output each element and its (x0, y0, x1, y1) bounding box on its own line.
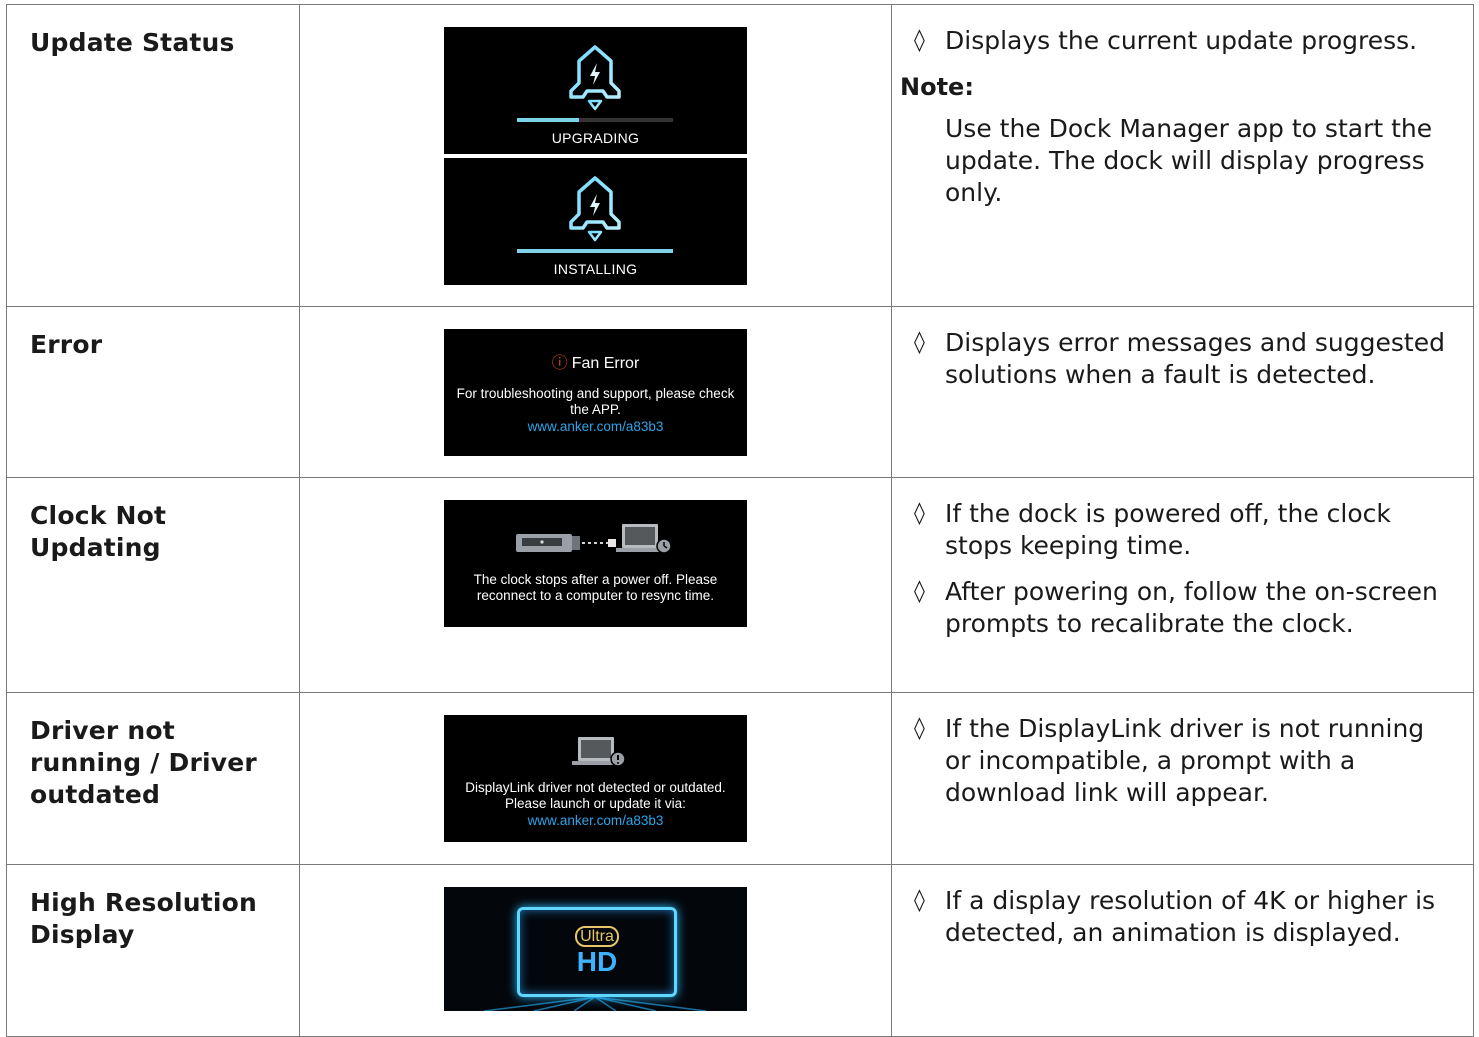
screen-cell: DisplayLink driver not detected or outda… (298, 692, 893, 865)
install-progress-bar (516, 249, 673, 253)
diamond-bullet-icon: ◊ (914, 330, 925, 355)
diamond-bullet-icon: ◊ (914, 28, 925, 53)
rocket-icon (569, 45, 621, 111)
status-table: Update Status UPGRADING INSTALLING ◊ Dis… (6, 4, 1474, 1037)
bullet-item: ◊ After powering on, follow the on-scree… (914, 577, 1438, 638)
diamond-bullet-icon: ◊ (914, 579, 925, 604)
bullet-item: ◊ Displays error messages and suggested … (914, 328, 1445, 389)
hd-badge: HD (576, 946, 618, 977)
clock-screen: The clock stops after a power off. Pleas… (443, 500, 747, 627)
screen-cell: Ultra HD (298, 864, 893, 1037)
table-row: High Resolution Display Ultra HD ◊ If a … (6, 864, 1474, 1037)
ultra-hd-frame: Ultra HD (516, 907, 677, 997)
screen-cell: ⓘ Fan Error For troubleshooting and suppo… (298, 306, 893, 478)
label-cell: Error (6, 306, 300, 478)
bullet-item: ◊ If a display resolution of 4K or highe… (914, 886, 1436, 947)
clock-message: The clock stops after a power off. Pleas… (473, 572, 718, 603)
diamond-bullet-icon: ◊ (914, 716, 925, 741)
driver-download-link[interactable]: www.anker.com/a83b3 (454, 813, 737, 829)
bullet-item: ◊ If the DisplayLink driver is not runni… (914, 714, 1425, 807)
diamond-bullet-icon: ◊ (914, 888, 925, 913)
row-label: Update Status (30, 28, 235, 57)
support-link[interactable]: www.anker.com/a83b3 (454, 419, 737, 435)
driver-message: DisplayLink driver not detected or outda… (465, 780, 726, 811)
description-cell: ◊ Displays the current update progress. … (891, 4, 1474, 307)
row-label: Clock Not Updating (30, 501, 167, 562)
row-label: Driver not running / Driver outdated (30, 716, 257, 809)
label-cell: Clock Not Updating (6, 477, 300, 693)
upgrading-screen: UPGRADING (443, 27, 747, 154)
note-title: Note: (900, 73, 974, 101)
label-cell: Update Status (6, 4, 300, 307)
installing-screen: INSTALLING (443, 158, 747, 285)
error-title: ⓘ Fan Error (551, 355, 640, 372)
description-cell: ◊ If the DisplayLink driver is not runni… (891, 692, 1474, 865)
upgrade-progress-bar (516, 118, 673, 122)
error-message: For troubleshooting and support, please … (456, 386, 735, 417)
error-screen: ⓘ Fan Error For troubleshooting and suppo… (443, 329, 747, 456)
ultra-badge: Ultra (520, 926, 674, 947)
note-text: Use the Dock Manager app to start the up… (945, 114, 1433, 207)
screen-label: INSTALLING (553, 261, 638, 277)
row-label: High Resolution Display (30, 888, 258, 949)
bullet-item: ◊ Displays the current update progress. (914, 26, 1418, 55)
diamond-bullet-icon: ◊ (914, 501, 925, 526)
screen-label: UPGRADING (551, 130, 640, 146)
description-cell: ◊ If the dock is powered off, the clock … (891, 477, 1474, 693)
label-cell: Driver not running / Driver outdated (6, 692, 300, 865)
table-row: Error ⓘ Fan Error For troubleshooting and… (6, 306, 1474, 478)
bullet-item: ◊ If the dock is powered off, the clock … (914, 499, 1391, 560)
dock-to-computer-icon (515, 524, 672, 554)
table-row: Update Status UPGRADING INSTALLING ◊ Dis… (6, 4, 1474, 307)
driver-screen: DisplayLink driver not detected or outda… (443, 715, 747, 842)
table-row: Clock Not Updating The clock stops after… (6, 477, 1474, 693)
label-cell: High Resolution Display (6, 864, 300, 1037)
row-label: Error (30, 330, 103, 359)
rocket-icon (569, 176, 621, 242)
description-cell: ◊ If a display resolution of 4K or highe… (891, 864, 1474, 1037)
computer-warning-icon (571, 737, 626, 767)
alert-circle-icon: ⓘ (551, 355, 568, 372)
ultra-hd-screen: Ultra HD (443, 887, 747, 1011)
description-cell: ◊ Displays error messages and suggested … (891, 306, 1474, 478)
table-row: Driver not running / Driver outdated Dis… (6, 692, 1474, 865)
screen-cell: UPGRADING INSTALLING (298, 4, 893, 307)
screen-cell: The clock stops after a power off. Pleas… (298, 477, 893, 693)
